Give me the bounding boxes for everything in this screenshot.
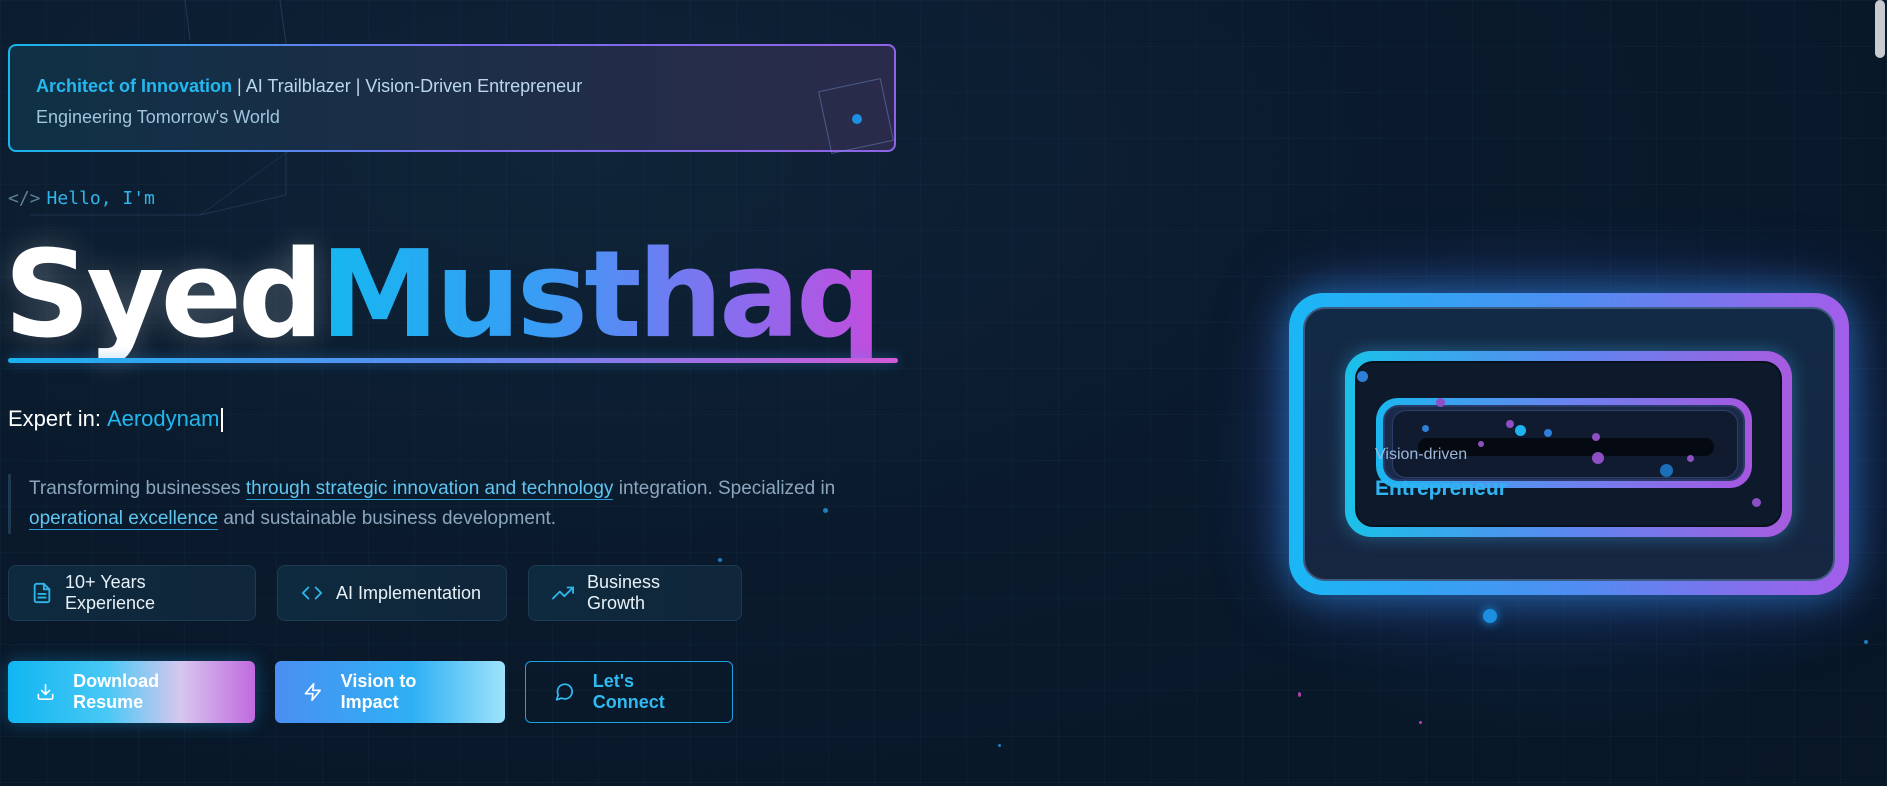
expert-line: Expert in: Aerodynam <box>8 406 224 433</box>
code-icon <box>301 586 323 600</box>
tagline-banner: Architect of Innovation | AI Trailblazer… <box>8 44 896 154</box>
vision-label: Vision to Impact <box>340 671 417 712</box>
first-name: Syed <box>4 226 324 365</box>
tagline-highlight: Architect of Innovation <box>36 76 233 96</box>
description-text: integration. Specialized in <box>613 478 836 499</box>
name-underline <box>8 358 898 363</box>
last-name: Musthaq <box>319 226 882 365</box>
chip-ai: AI Implementation <box>277 565 507 621</box>
hero-name: SyedMusthaq <box>4 226 882 366</box>
particle <box>1357 371 1368 382</box>
particle <box>1660 464 1673 477</box>
particle <box>998 744 1001 747</box>
particle <box>1506 420 1514 428</box>
code-tag-icon: </> <box>8 188 41 209</box>
tagline-rest: | AI Trailblazer | Vision-Driven Entrepr… <box>232 76 583 96</box>
particle <box>1864 640 1868 644</box>
decorative-dot <box>852 114 862 124</box>
greeting-text: Hello, I'm <box>46 188 155 209</box>
chip-label: Business Growth <box>587 572 661 613</box>
scrollbar-thumb[interactable] <box>1875 0 1885 58</box>
connect-label: Let's Connect <box>592 671 665 712</box>
description-text: and sustainable business development. <box>218 508 557 529</box>
expert-value: Aerodynam <box>106 406 220 431</box>
particle <box>1483 609 1497 623</box>
chip-experience: 10+ Years Experience <box>8 565 256 621</box>
typing-caret <box>221 408 224 433</box>
art-small-label: Vision-driven <box>1375 446 1468 463</box>
particle <box>1592 433 1600 441</box>
particle <box>1478 441 1484 447</box>
description: Transforming businesses through strategi… <box>8 474 888 534</box>
particle <box>1687 455 1694 462</box>
vision-impact-button[interactable]: Vision to Impact <box>275 661 505 723</box>
lets-connect-button[interactable]: Let's Connect <box>525 661 733 723</box>
download-resume-button[interactable]: Download Resume <box>8 661 255 723</box>
download-label: Download Resume <box>73 671 160 712</box>
download-icon <box>37 684 54 700</box>
lightning-icon <box>304 682 322 702</box>
particle <box>1436 398 1445 407</box>
particle <box>1752 498 1761 507</box>
chip-label: AI Implementation <box>336 582 482 603</box>
particle <box>718 558 722 562</box>
particle <box>1515 425 1526 436</box>
description-text: Transforming businesses <box>29 478 246 499</box>
particle <box>1592 452 1604 464</box>
description-link: operational excellence <box>29 508 219 530</box>
expert-label: Expert in: <box>8 406 101 431</box>
art-big-label: Entrepreneur <box>1375 477 1507 500</box>
trending-up-icon <box>552 586 574 600</box>
document-icon <box>33 582 51 604</box>
particle <box>1544 429 1552 437</box>
chip-label: 10+ Years Experience <box>65 572 156 613</box>
chip-growth: Business Growth <box>528 565 742 621</box>
particle <box>1422 425 1429 432</box>
particle <box>1298 692 1301 697</box>
tagline-line: Architect of Innovation | AI Trailblazer… <box>36 76 868 97</box>
description-link: through strategic innovation and technol… <box>245 478 614 500</box>
greeting: </> Hello, I'm <box>8 188 155 209</box>
chat-icon <box>555 683 573 701</box>
tagline-subtitle: Engineering Tomorrow's World <box>36 107 280 127</box>
